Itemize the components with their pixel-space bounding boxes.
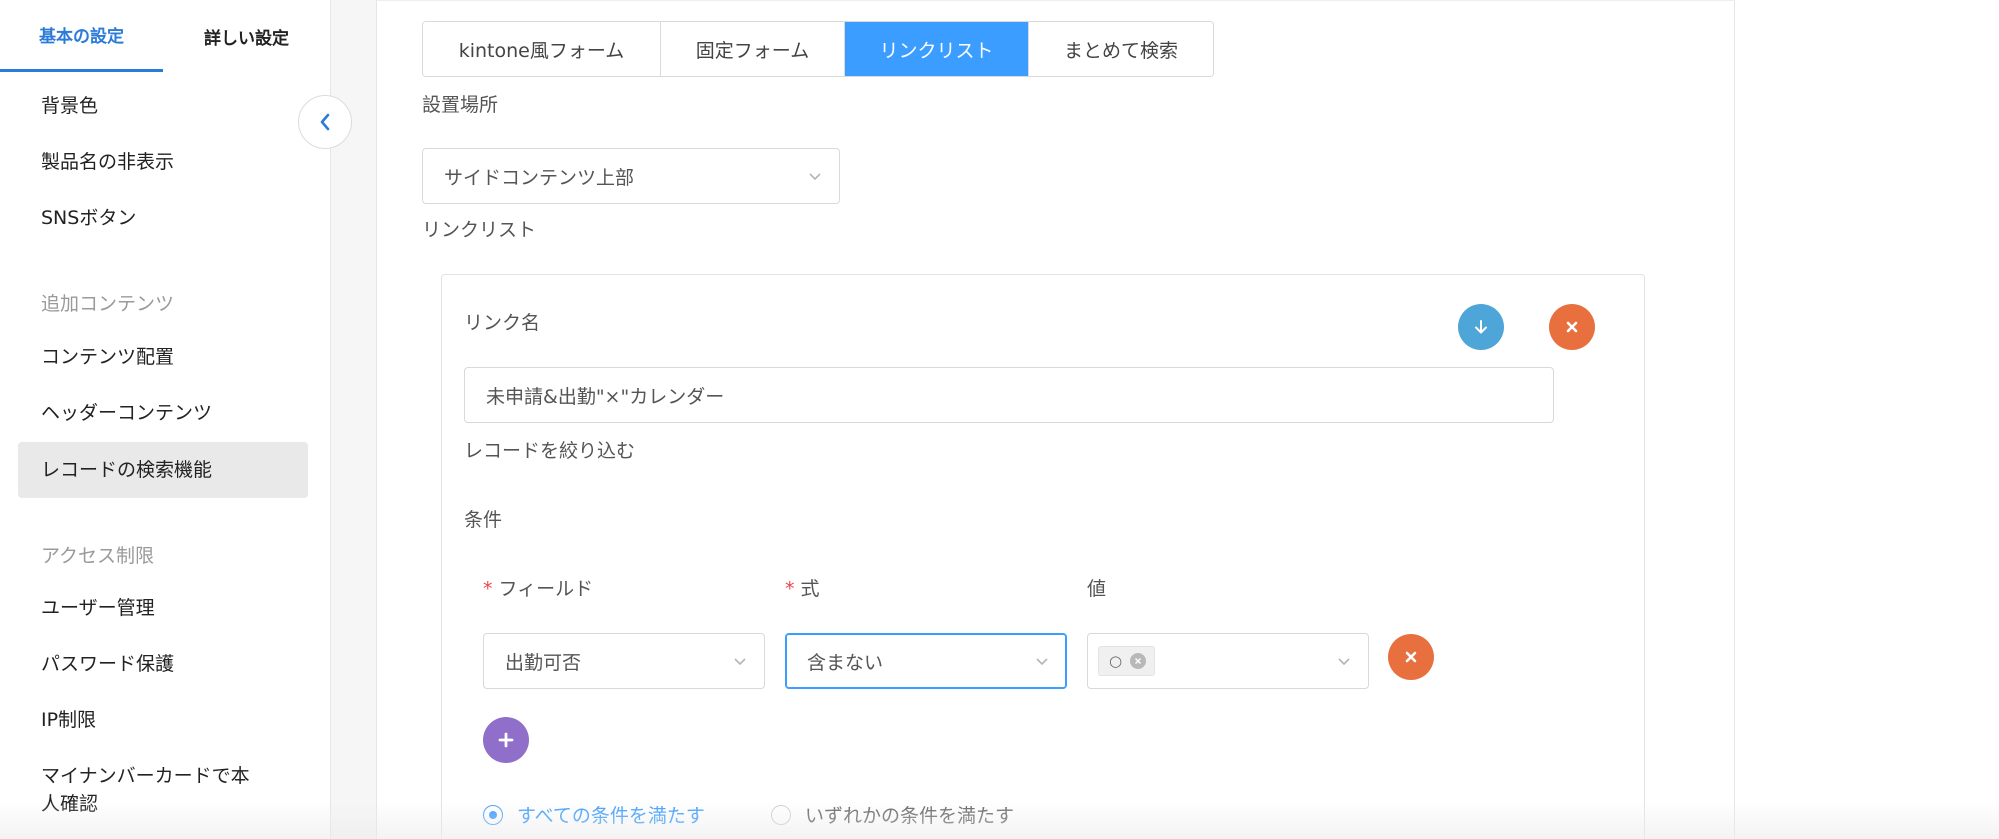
sidebar-item-background-color[interactable]: 背景色 [41, 92, 98, 120]
move-down-button[interactable] [1458, 304, 1504, 350]
match-any-radio[interactable]: いずれかの条件を満たす [771, 801, 1014, 828]
sidebar-item-content-layout[interactable]: コンテンツ配置 [41, 343, 174, 371]
tab-detail-settings[interactable]: 詳しい設定 [163, 0, 330, 72]
chevron-left-icon [320, 113, 330, 131]
value-chip: ○ [1098, 646, 1156, 676]
required-mark: * [785, 578, 795, 600]
main-panel: kintone風フォーム 固定フォーム リンクリスト まとめて検索 設置場所 サ… [377, 0, 1735, 839]
tab-fixed-form[interactable]: 固定フォーム [661, 22, 845, 76]
link-card: リンク名 未申請&出勤"×"カレンダー レコードを絞り込む 条件 * フィールド … [441, 274, 1645, 839]
tab-bulk-search[interactable]: まとめて検索 [1029, 22, 1213, 76]
filter-label: レコードを絞り込む [464, 440, 636, 462]
link-name-label: リンク名 [464, 312, 541, 334]
sidebar-item-ip-restriction[interactable]: IP制限 [41, 706, 96, 734]
sidebar: 基本の設定 詳しい設定 背景色 製品名の非表示 SNSボタン 追加コンテンツ コ… [0, 0, 331, 839]
location-select-value: サイドコンテンツ上部 [444, 166, 635, 189]
radio-unchecked-icon [771, 804, 791, 825]
field-column-header: * フィールド [483, 575, 593, 603]
operator-select-value: 含まない [807, 651, 884, 674]
close-icon [1566, 321, 1578, 333]
radio-checked-icon [483, 804, 503, 825]
sidebar-item-hide-product-name[interactable]: 製品名の非表示 [41, 148, 174, 176]
tab-basic-settings[interactable]: 基本の設定 [0, 0, 163, 72]
sidebar-item-sns-buttons[interactable]: SNSボタン [41, 204, 136, 232]
sidebar-item-label-line1: マイナンバーカードで本 [41, 765, 250, 787]
plus-icon [498, 732, 514, 748]
sidebar-tabs: 基本の設定 詳しい設定 [0, 0, 331, 72]
chip-remove-icon[interactable] [1130, 653, 1147, 669]
chevron-down-icon [734, 658, 746, 666]
match-any-label: いずれかの条件を満たす [805, 805, 1015, 827]
mode-tabs: kintone風フォーム 固定フォーム リンクリスト まとめて検索 [422, 21, 1214, 77]
linklist-label: リンクリスト [422, 219, 537, 241]
remove-link-button[interactable] [1549, 304, 1595, 350]
field-select-value: 出勤可否 [505, 651, 582, 674]
sidebar-item-label-line2: 人確認 [41, 793, 99, 815]
value-chip-label: ○ [1109, 652, 1123, 670]
location-label: 設置場所 [422, 94, 499, 116]
condition-label: 条件 [464, 509, 503, 531]
add-condition-button[interactable] [483, 717, 529, 763]
sidebar-item-record-search[interactable]: レコードの検索機能 [18, 442, 308, 498]
sidebar-collapse-button[interactable] [298, 95, 352, 149]
sidebar-item-header-content[interactable]: ヘッダーコンテンツ [41, 399, 212, 427]
field-column-label: フィールド [498, 578, 594, 600]
tab-link-list[interactable]: リンクリスト [845, 22, 1029, 76]
operator-column-header: * 式 [785, 575, 820, 603]
value-column-header: 値 [1087, 578, 1107, 600]
close-icon [1405, 651, 1417, 663]
sidebar-item-user-management[interactable]: ユーザー管理 [41, 594, 155, 622]
link-name-input[interactable]: 未申請&出勤"×"カレンダー [464, 367, 1554, 423]
chevron-down-icon [1338, 658, 1350, 666]
operator-select[interactable]: 含まない [785, 633, 1067, 689]
sidebar-section-additional-content: 追加コンテンツ [41, 293, 175, 315]
operator-column-label: 式 [800, 578, 820, 600]
chevron-down-icon [809, 173, 821, 181]
match-all-label: すべての条件を満たす [517, 805, 705, 827]
match-all-radio[interactable]: すべての条件を満たす [483, 801, 705, 828]
field-select[interactable]: 出勤可否 [483, 633, 765, 689]
required-mark: * [483, 578, 493, 600]
sidebar-item-mynumber-verification[interactable]: マイナンバーカードで本 人確認 [41, 762, 250, 818]
tab-kintone-form[interactable]: kintone風フォーム [423, 22, 661, 76]
value-select[interactable]: ○ [1087, 633, 1369, 689]
location-select[interactable]: サイドコンテンツ上部 [422, 148, 840, 204]
app: 基本の設定 詳しい設定 背景色 製品名の非表示 SNSボタン 追加コンテンツ コ… [0, 0, 1999, 839]
sidebar-section-access-control: アクセス制限 [41, 545, 155, 567]
link-name-value: 未申請&出勤"×"カレンダー [486, 385, 725, 408]
arrow-down-icon [1475, 320, 1487, 334]
sidebar-item-password-protection[interactable]: パスワード保護 [41, 650, 174, 678]
chevron-down-icon [1036, 658, 1048, 666]
right-gutter [1736, 0, 1999, 839]
remove-condition-button[interactable] [1388, 634, 1434, 680]
